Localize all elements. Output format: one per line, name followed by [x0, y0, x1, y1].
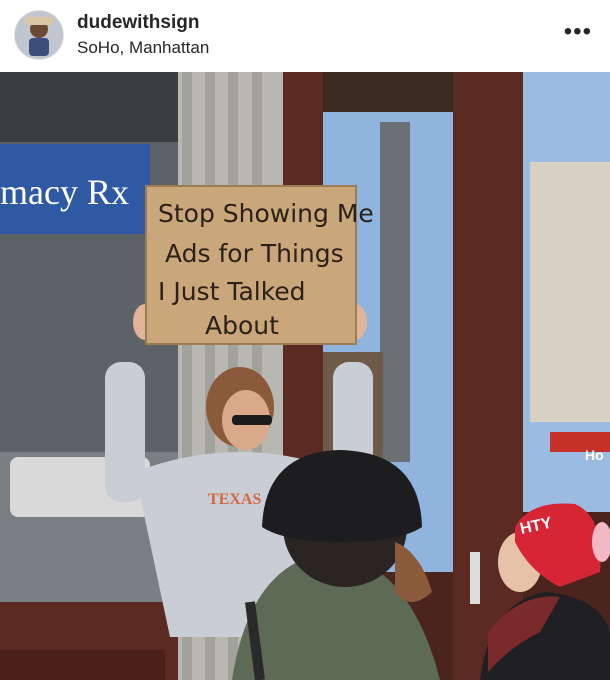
- door-handle: [470, 552, 480, 604]
- post-photo[interactable]: macy Rx Ho TEXAS Stop Showing Me Ads for…: [0, 72, 610, 680]
- sunglasses: [232, 415, 272, 425]
- sign-line-3: I Just Talked: [158, 277, 306, 306]
- location-tag[interactable]: SoHo, Manhattan: [77, 38, 209, 58]
- photo-scene: macy Rx Ho TEXAS Stop Showing Me Ads for…: [0, 72, 610, 680]
- sign-line-1: Stop Showing Me: [158, 199, 374, 228]
- sweatshirt-text: TEXAS: [208, 491, 261, 508]
- sign-line-2: Ads for Things: [165, 239, 344, 268]
- profile-avatar[interactable]: [14, 10, 64, 60]
- more-options-icon[interactable]: •••: [564, 18, 592, 46]
- avatar-image: [15, 11, 63, 59]
- awning-text: Ho: [585, 447, 604, 463]
- pharmacy-sign-text: macy Rx: [0, 172, 129, 212]
- sign-line-4: About: [205, 311, 279, 340]
- post-header: dudewithsign SoHo, Manhattan •••: [0, 0, 610, 72]
- username[interactable]: dudewithsign: [77, 12, 199, 34]
